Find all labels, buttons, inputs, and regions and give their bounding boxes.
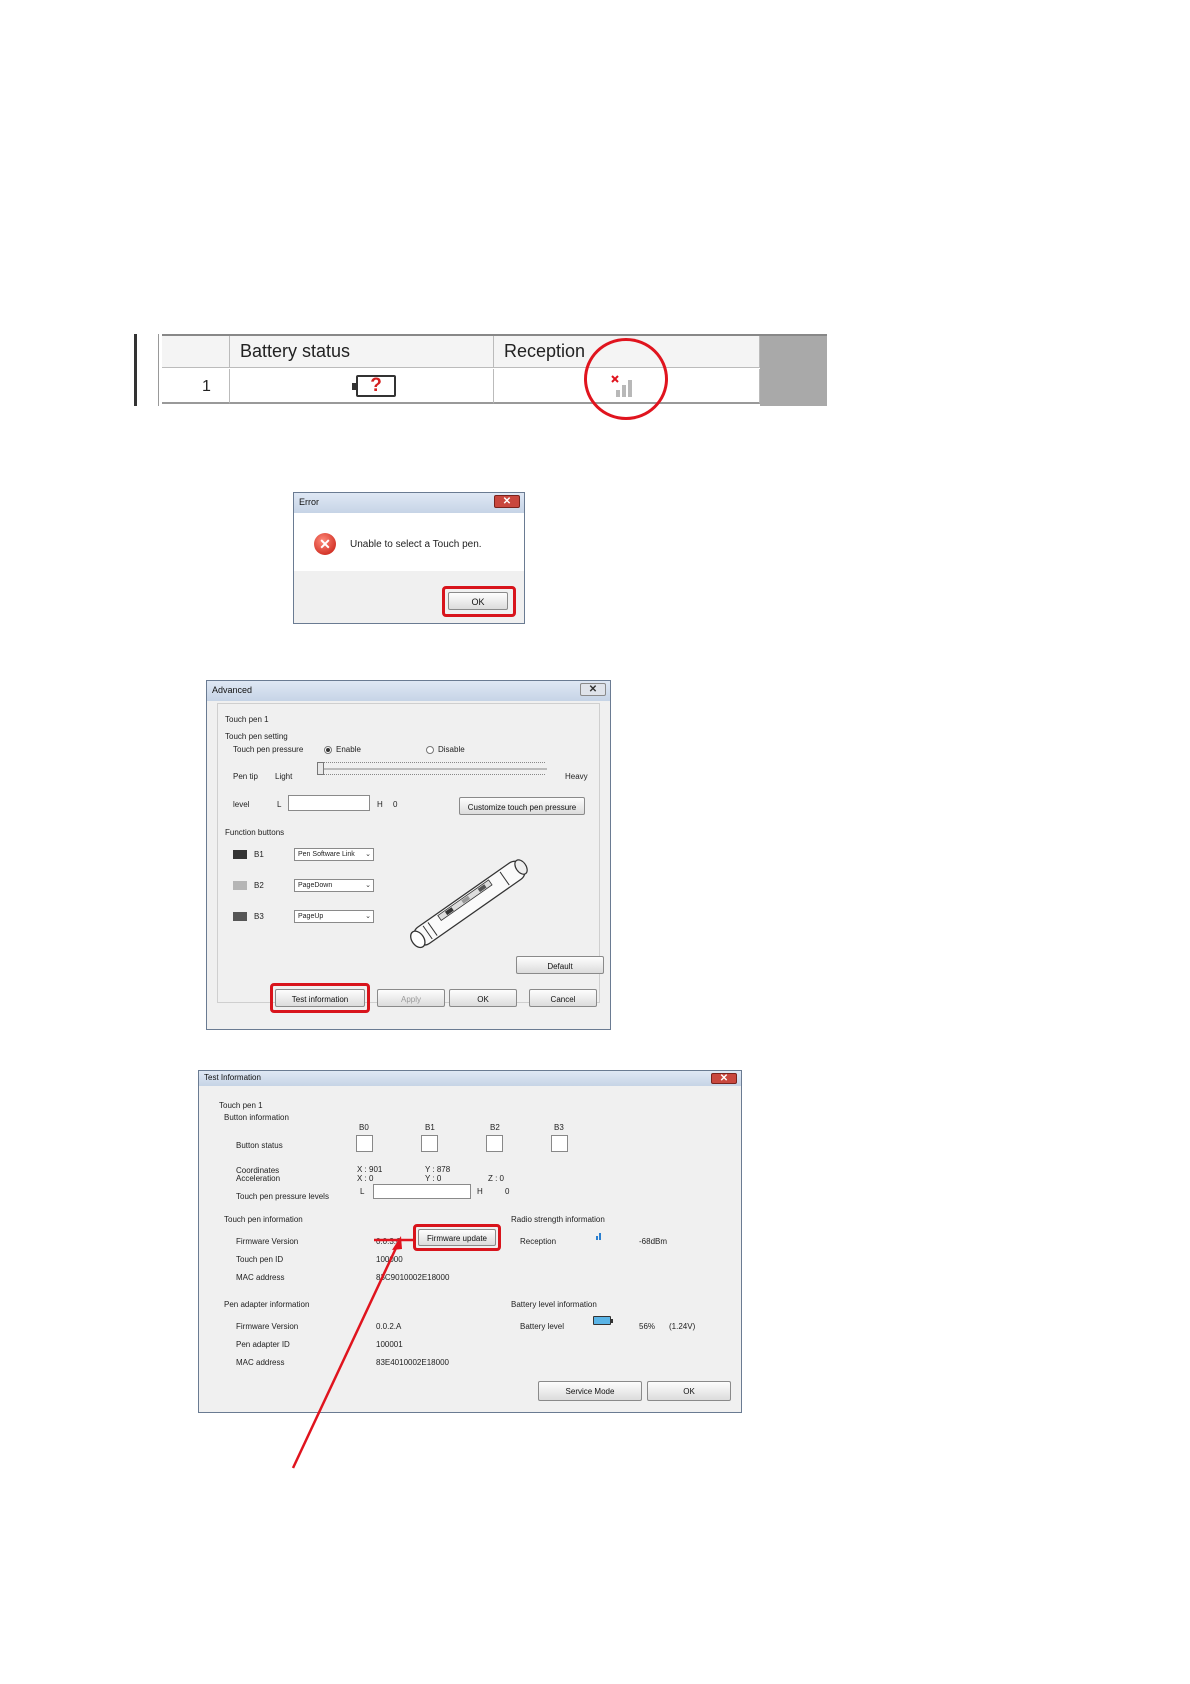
firmware-annotation-arrow [291, 1236, 414, 1469]
